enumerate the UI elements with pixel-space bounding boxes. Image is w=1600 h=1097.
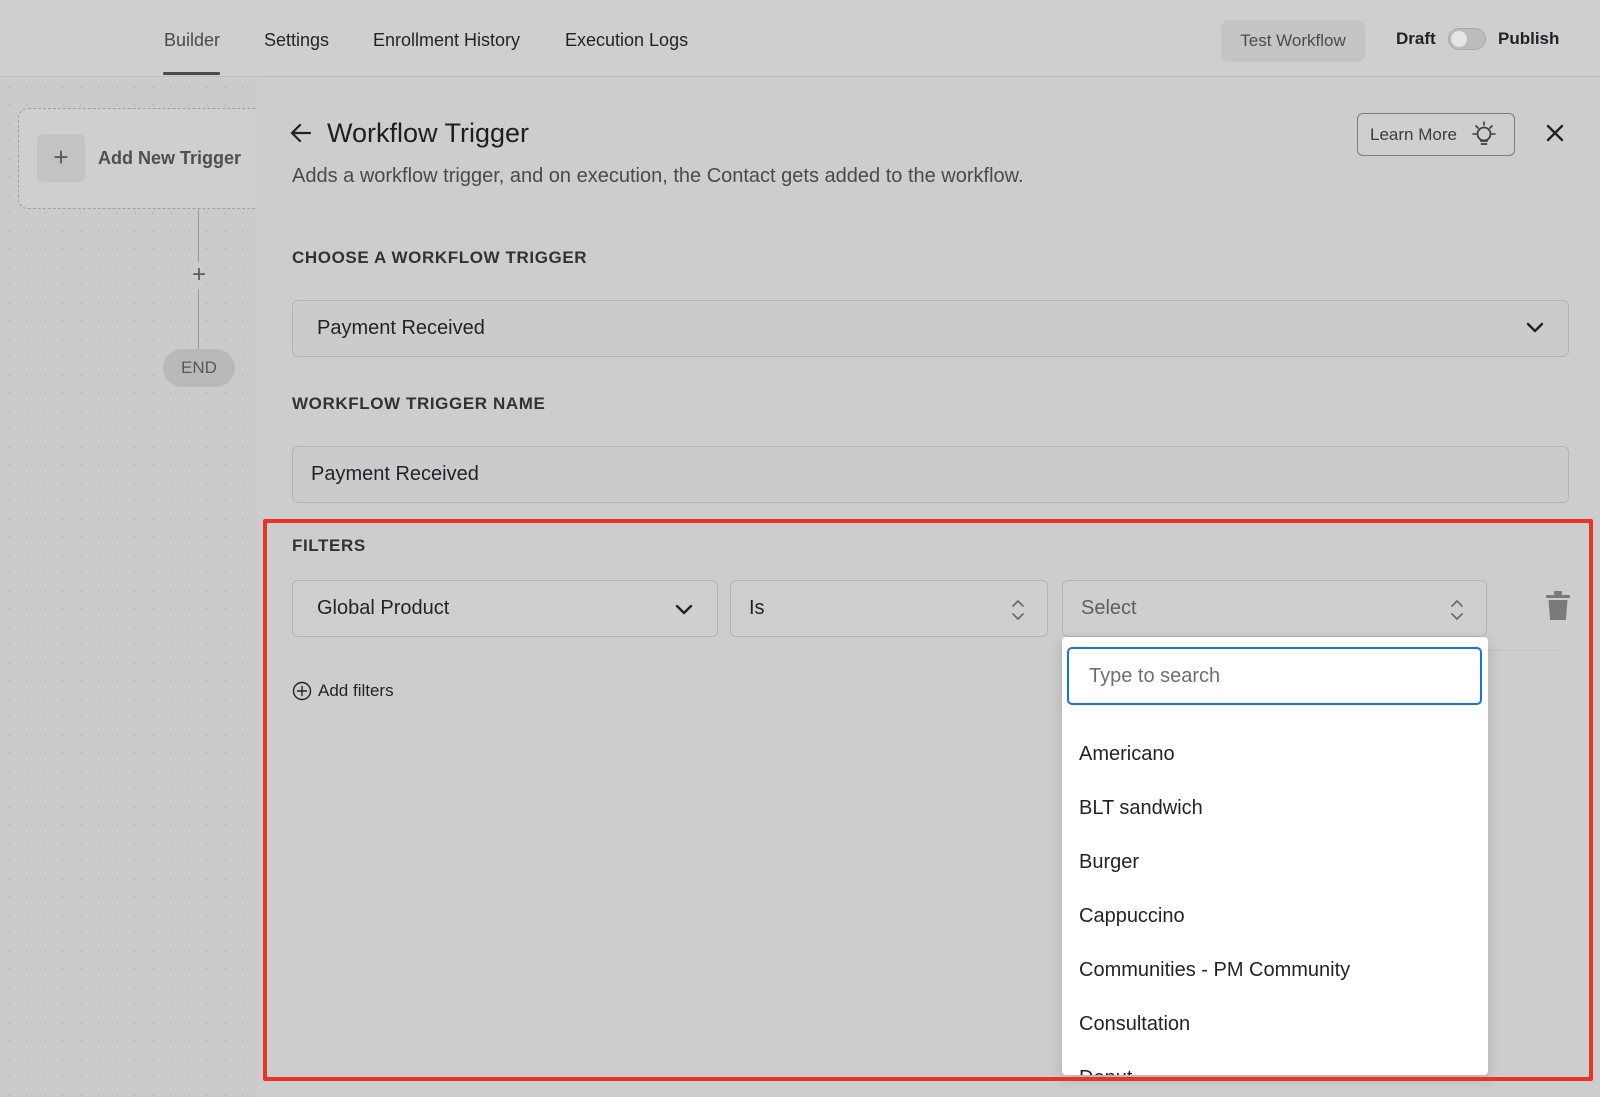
trigger-select-value: Payment Received (317, 317, 485, 339)
learn-more-button[interactable]: Learn More (1357, 113, 1515, 156)
chevron-down-icon (675, 604, 693, 615)
workflow-canvas[interactable] (0, 78, 257, 1097)
plus-circle-icon (292, 681, 312, 701)
trigger-name-input[interactable]: Payment Received (292, 446, 1569, 503)
panel-title: Workflow Trigger (327, 118, 530, 148)
dropdown-option[interactable]: Burger (1079, 851, 1139, 874)
tab-builder[interactable]: Builder (164, 30, 220, 51)
tab-settings[interactable]: Settings (264, 30, 329, 51)
filter-value-select[interactable]: Select (1062, 580, 1487, 637)
top-nav-bar: Builder Settings Enrollment History Exec… (0, 0, 1600, 77)
learn-more-label: Learn More (1370, 124, 1457, 144)
dropdown-option[interactable]: Cappuccino (1079, 905, 1185, 928)
panel-description: Adds a workflow trigger, and on executio… (292, 165, 1024, 187)
filter-value-dropdown: Americano BLT sandwich Burger Cappuccino… (1062, 637, 1488, 1075)
publish-toggle[interactable] (1448, 28, 1486, 50)
filter-value-placeholder: Select (1081, 597, 1137, 619)
lightbulb-icon (1472, 120, 1496, 145)
back-arrow-icon[interactable] (288, 120, 314, 146)
toggle-knob (1451, 31, 1467, 47)
connector-line (198, 289, 199, 349)
draft-label: Draft (1396, 29, 1436, 48)
chevron-up-down-icon (1012, 600, 1024, 620)
end-node: END (163, 349, 235, 387)
trash-icon[interactable] (1544, 590, 1572, 622)
dropdown-option[interactable]: BLT sandwich (1079, 797, 1203, 820)
filter-operator-select[interactable]: Is (730, 580, 1048, 637)
dropdown-search-input[interactable] (1067, 647, 1482, 705)
trigger-name-label: WORKFLOW TRIGGER NAME (292, 394, 546, 413)
filters-label: FILTERS (292, 536, 366, 555)
test-workflow-button[interactable]: Test Workflow (1221, 20, 1365, 62)
workflow-trigger-select[interactable]: Payment Received (292, 300, 1569, 357)
plus-icon[interactable]: + (37, 134, 85, 182)
filter-field-select[interactable]: Global Product (292, 580, 718, 637)
dropdown-option[interactable]: Consultation (1079, 1013, 1190, 1036)
active-tab-indicator (163, 72, 220, 75)
add-new-trigger-label[interactable]: Add New Trigger (98, 148, 241, 169)
dropdown-option[interactable]: Americano (1079, 743, 1175, 766)
filter-operator-value: Is (749, 597, 765, 619)
add-filters-button[interactable]: Add filters (292, 681, 394, 701)
filter-field-value: Global Product (317, 597, 450, 619)
trigger-name-value: Payment Received (311, 463, 479, 485)
tab-execution-logs[interactable]: Execution Logs (565, 30, 688, 51)
add-step-plus-icon[interactable]: + (188, 263, 210, 287)
publish-label: Publish (1498, 29, 1560, 48)
choose-trigger-label: CHOOSE A WORKFLOW TRIGGER (292, 248, 588, 267)
dropdown-option[interactable]: Donut (1079, 1067, 1132, 1075)
tab-enrollment-history[interactable]: Enrollment History (373, 30, 520, 51)
close-icon[interactable] (1543, 121, 1567, 145)
chevron-up-down-icon (1451, 600, 1463, 620)
dropdown-option[interactable]: Communities - PM Community (1079, 959, 1350, 982)
add-filters-label: Add filters (318, 681, 394, 700)
chevron-down-icon (1526, 322, 1544, 333)
connector-line (198, 210, 199, 262)
